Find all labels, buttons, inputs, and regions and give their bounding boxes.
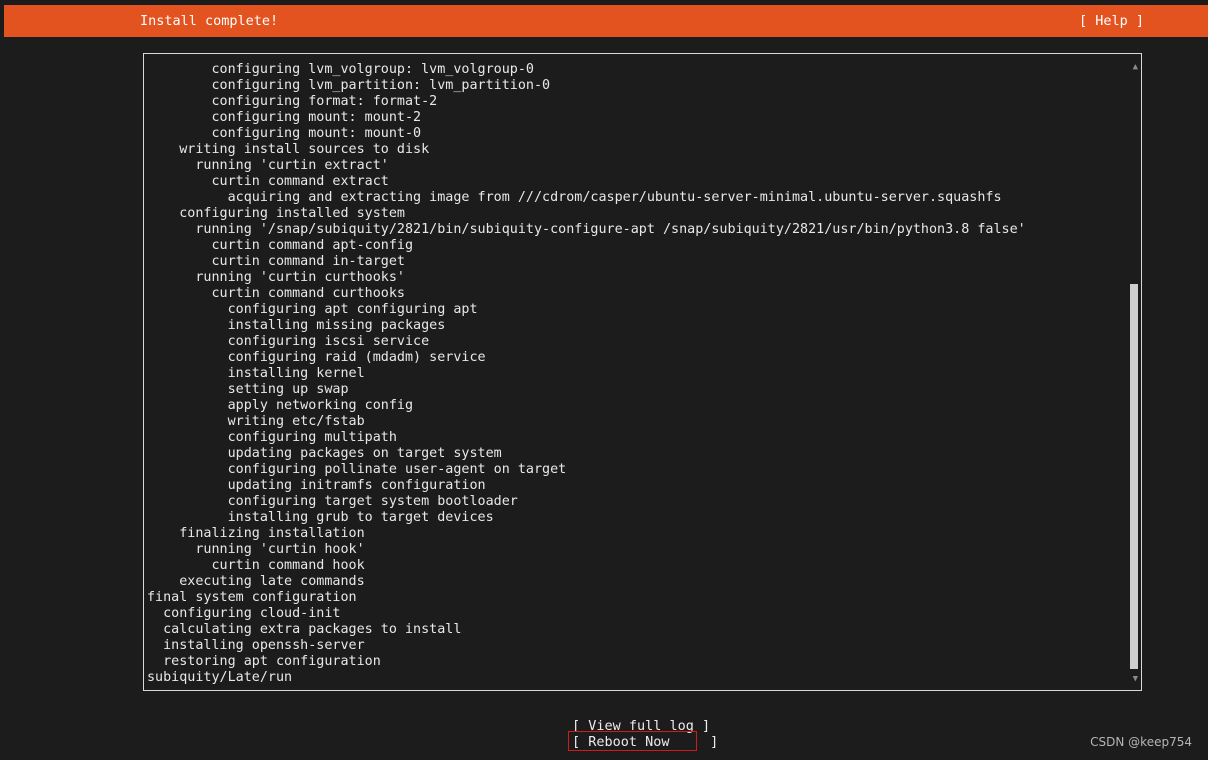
log-line: final system configuration	[147, 590, 357, 605]
log-line: restoring apt configuration	[147, 654, 381, 669]
log-line: acquiring and extracting image from ///c…	[147, 190, 1002, 205]
log-line: curtin command apt-config	[147, 238, 414, 253]
log-line: updating packages on target system	[147, 446, 502, 461]
log-line: configuring lvm_partition: lvm_partition…	[147, 78, 551, 93]
log-line: executing late commands	[147, 574, 365, 589]
log-line: configuring apt configuring apt	[147, 302, 478, 317]
log-line: configuring mount: mount-0	[147, 126, 422, 141]
log-lines: configuring lvm_volgroup: lvm_volgroup-0…	[147, 62, 1026, 686]
log-line: configuring lvm_volgroup: lvm_volgroup-0	[147, 62, 534, 77]
log-line: curtin command in-target	[147, 254, 405, 269]
log-line: curtin command extract	[147, 174, 389, 189]
help-button[interactable]: [ Help ]	[1079, 5, 1144, 37]
log-line: configuring iscsi service	[147, 334, 430, 349]
log-line: configuring target system bootloader	[147, 494, 518, 509]
log-line: subiquity/Late/run	[147, 670, 293, 685]
header-bar: Install complete! [ Help ]	[4, 5, 1208, 37]
log-line: configuring multipath	[147, 430, 397, 445]
install-log-panel[interactable]: configuring lvm_volgroup: lvm_volgroup-0…	[143, 53, 1142, 691]
log-line: running '/snap/subiquity/2821/bin/subiqu…	[147, 222, 1026, 237]
log-line: running 'curtin curthooks'	[147, 270, 405, 285]
log-line: installing missing packages	[147, 318, 446, 333]
log-line: configuring raid (mdadm) service	[147, 350, 486, 365]
log-line: curtin command curthooks	[147, 286, 405, 301]
log-line: running 'curtin extract'	[147, 158, 389, 173]
log-line: running 'curtin hook'	[147, 542, 365, 557]
scroll-up-icon[interactable]: ▲	[1133, 61, 1138, 73]
log-line: apply networking config	[147, 398, 414, 413]
log-line: configuring pollinate user-agent on targ…	[147, 462, 567, 477]
log-line: installing grub to target devices	[147, 510, 494, 525]
log-line: curtin command hook	[147, 558, 365, 573]
log-line: configuring installed system	[147, 206, 405, 221]
log-line: configuring format: format-2	[147, 94, 438, 109]
log-line: calculating extra packages to install	[147, 622, 462, 637]
watermark: CSDN @keep754	[1090, 735, 1192, 749]
scrollbar-thumb[interactable]	[1130, 284, 1138, 669]
log-line: writing etc/fstab	[147, 414, 365, 429]
page-title: Install complete!	[140, 13, 279, 29]
log-line: configuring mount: mount-2	[147, 110, 422, 125]
log-line: finalizing installation	[147, 526, 365, 541]
log-line: setting up swap	[147, 382, 349, 397]
log-line: configuring cloud-init	[147, 606, 341, 621]
scroll-down-icon[interactable]: ▼	[1133, 673, 1138, 685]
log-line: writing install sources to disk	[147, 142, 430, 157]
reboot-highlight-box	[568, 731, 697, 751]
log-line: installing openssh-server	[147, 638, 365, 653]
log-line: updating initramfs configuration	[147, 478, 486, 493]
log-line: installing kernel	[147, 366, 365, 381]
